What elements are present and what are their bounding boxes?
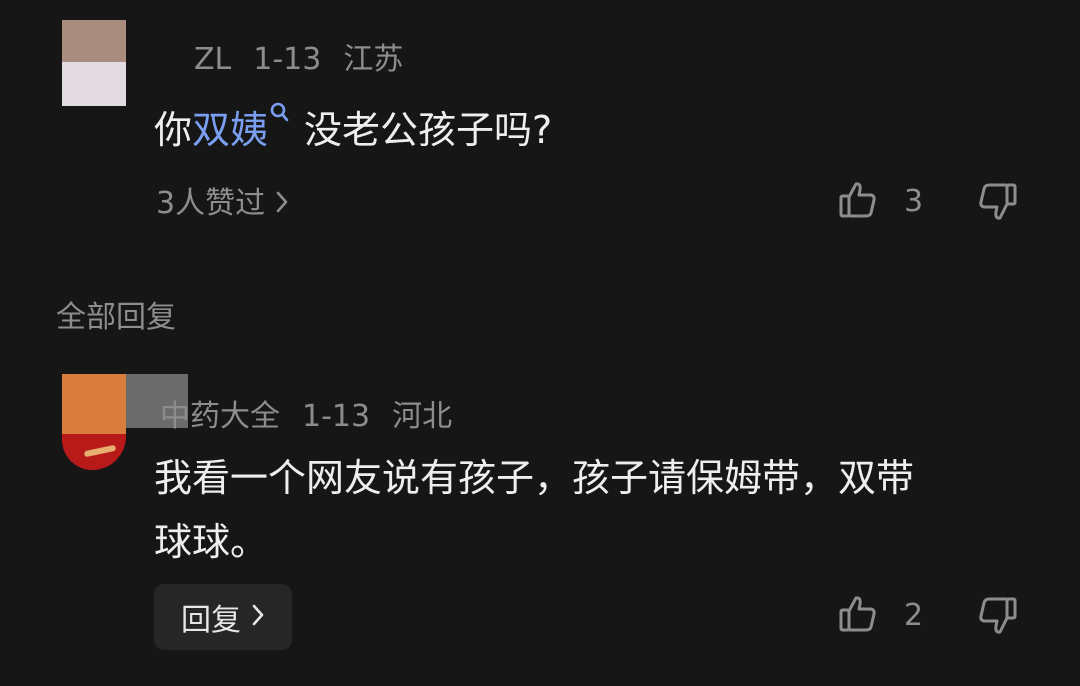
comment-date: 1-13	[253, 42, 322, 77]
reply-author[interactable]: 中药大全	[160, 399, 280, 434]
liked-by-link[interactable]: 3人赞过	[156, 184, 289, 225]
comment-text: 你双姨 没老公孩子吗?	[154, 98, 552, 162]
thumbs-down-icon	[976, 182, 1018, 226]
chevron-right-icon	[251, 600, 265, 635]
search-icon[interactable]	[268, 98, 290, 138]
reply-text-line: 球球。	[154, 520, 269, 564]
reply-like-count: 2	[904, 598, 924, 633]
comment-search-link[interactable]: 双姨	[192, 108, 268, 152]
thumbs-up-icon	[838, 180, 878, 224]
replies-header: 全部回复	[56, 300, 176, 335]
comment-author[interactable]: ZL	[194, 42, 231, 77]
comment-like-count: 3	[904, 184, 924, 219]
comment-meta: ZL 1-13 江苏	[194, 40, 425, 80]
reply-dislike-button[interactable]	[976, 596, 1018, 640]
reply-like-button[interactable]: 2	[838, 594, 923, 638]
comment-location: 江苏	[343, 42, 404, 77]
reply-button-label: 回复	[181, 603, 241, 638]
thumbs-down-icon	[976, 596, 1018, 640]
reply-button[interactable]: 回复	[154, 584, 292, 650]
reply-date: 1-13	[302, 399, 371, 434]
thumbs-up-icon	[838, 594, 878, 638]
reply-text-line: 我看一个网友说有孩子，孩子请保姆带，双带	[154, 456, 915, 500]
chevron-right-icon	[275, 185, 289, 225]
comment-dislike-button[interactable]	[976, 182, 1018, 226]
comment-thread: ZL 1-13 江苏 你双姨 没老公孩子吗? 3人赞过 3 全部回复 中药大全 1-13…	[0, 0, 1080, 686]
reply-meta: 中药大全 1-13 河北	[160, 397, 474, 437]
comment-like-button[interactable]: 3	[838, 180, 923, 224]
reply-location: 河北	[392, 399, 453, 434]
commenter-avatar[interactable]	[62, 20, 126, 106]
reply-text: 我看一个网友说有孩子，孩子请保姆带，双带 球球。	[154, 446, 914, 574]
